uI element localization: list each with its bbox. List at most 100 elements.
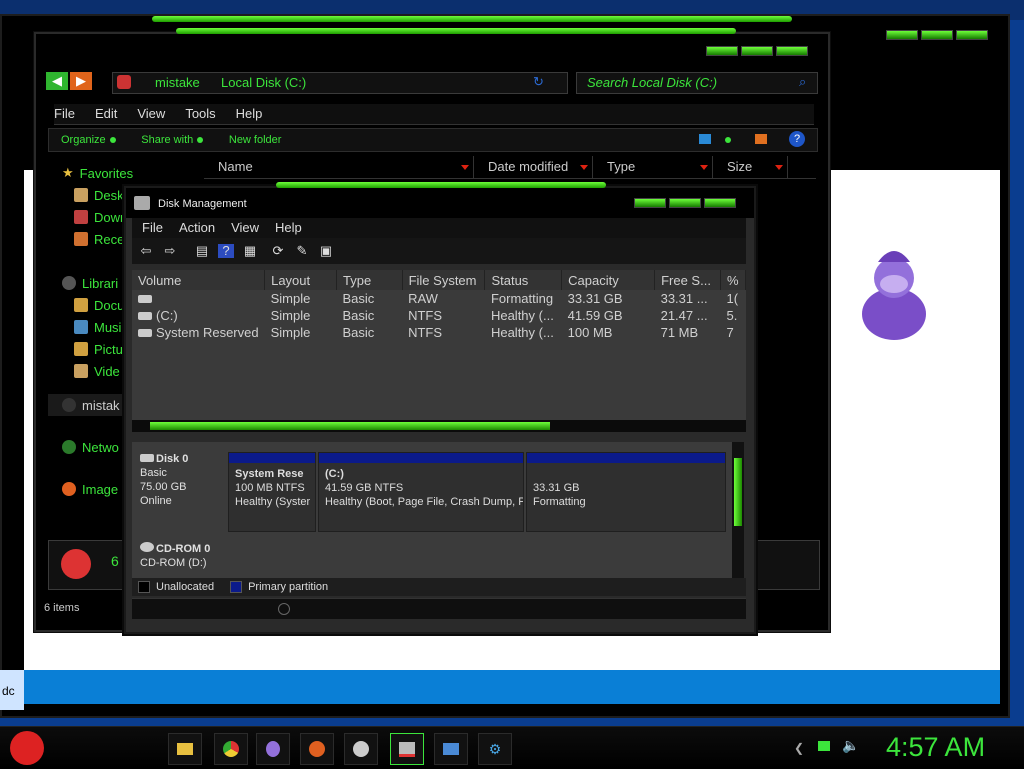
help-icon[interactable]: ? <box>789 131 805 147</box>
column-type[interactable]: Type <box>593 156 713 178</box>
volume-row[interactable]: Simple Basic RAW Formatting 33.31 GB 33.31 .… <box>132 290 746 307</box>
taskbar-window-icon[interactable] <box>434 733 468 765</box>
dm-menu-view[interactable]: View <box>231 218 259 238</box>
column-status[interactable]: Status <box>484 270 563 290</box>
partition-system-reserved[interactable]: System Rese 100 MB NTFS Healthy (Syster <box>228 452 316 532</box>
column-name[interactable]: Name <box>204 156 474 178</box>
new-folder-button[interactable]: New folder <box>229 129 282 151</box>
menu-help[interactable]: Help <box>236 104 263 124</box>
mouse-cursor-icon <box>278 603 290 615</box>
help-icon[interactable]: ? <box>218 244 234 258</box>
search-input[interactable]: Search Local Disk (C:) ⌕ <box>576 72 818 94</box>
drive-icon <box>138 329 152 337</box>
dm-menu-file[interactable]: File <box>142 218 163 238</box>
desktop-left-text: dc <box>2 684 15 698</box>
nav-buttons: ◀ ▶ <box>46 72 92 90</box>
dm-caption-buttons[interactable] <box>634 198 736 208</box>
taskbar-flash-icon[interactable] <box>300 733 334 765</box>
column-capacity[interactable]: Capacity <box>561 270 656 290</box>
disk-management-toolbar: ⇦ ⇨ ▤ ? ▦ ⟳ ✎ ▣ <box>132 238 746 264</box>
dm-menu-action[interactable]: Action <box>179 218 215 238</box>
disk-management-titlebar[interactable]: Disk Management <box>126 182 754 218</box>
column-free-space[interactable]: Free S... <box>654 270 721 290</box>
column-date-modified[interactable]: Date modified <box>474 156 593 178</box>
taskbar-settings-icon[interactable]: ⚙ <box>478 733 512 765</box>
show-pane-icon[interactable]: ▦ <box>242 244 258 258</box>
file-list-header: Name Date modified Type Size <box>204 156 816 179</box>
show-hidden-icons[interactable]: ❮ <box>794 741 804 755</box>
disk-management-window[interactable]: Disk Management File Action View Help ⇦ … <box>124 182 756 634</box>
nav-favorites[interactable]: ★ Favorites <box>62 162 198 184</box>
volume-row[interactable]: System Reserved Simple Basic NTFS Healthy … <box>132 324 746 341</box>
properties-icon[interactable]: ▣ <box>318 244 334 258</box>
vertical-scrollbar[interactable] <box>732 442 744 578</box>
taskbar: ⚙ ❮ 🔈 4:57 AM <box>0 726 1024 769</box>
disk0-label[interactable]: Disk 0 Basic 75.00 GB Online <box>132 452 222 508</box>
breadcrumb-item[interactable]: Local Disk (C:) <box>221 75 306 90</box>
console-tree-icon[interactable]: ▤ <box>194 244 210 258</box>
background-window-caption-buttons[interactable] <box>886 30 988 40</box>
partition-formatting[interactable]: 33.31 GB Formatting <box>526 452 726 532</box>
window-title: Disk Management <box>158 198 247 210</box>
search-placeholder: Search Local Disk (C:) <box>587 75 718 90</box>
column-percent-free[interactable]: % <box>720 270 746 290</box>
back-arrow-icon[interactable]: ◀ <box>46 72 68 90</box>
primary-partition-band <box>527 453 725 463</box>
taskbar-disk-management-icon[interactable] <box>390 733 424 765</box>
column-type[interactable]: Type <box>336 270 403 290</box>
pictures-icon <box>74 342 88 356</box>
menu-edit[interactable]: Edit <box>95 104 117 124</box>
back-icon[interactable]: ⇦ <box>138 244 154 258</box>
start-button[interactable] <box>10 731 44 765</box>
forward-arrow-icon[interactable]: ▶ <box>70 72 92 90</box>
sort-arrow-icon <box>700 165 708 170</box>
rescan-icon[interactable]: ✎ <box>294 244 310 258</box>
angry-bird-icon <box>61 549 91 579</box>
network-tray-icon[interactable] <box>818 741 830 751</box>
view-options-icon[interactable] <box>725 137 731 143</box>
breadcrumb-item[interactable]: mistake <box>155 75 200 90</box>
column-layout[interactable]: Layout <box>264 270 337 290</box>
scrollbar-thumb[interactable] <box>734 458 742 526</box>
column-file-system[interactable]: File System <box>402 270 486 290</box>
volume-list-header: Volume Layout Type File System Status Ca… <box>132 270 746 290</box>
primary-partition-band <box>319 453 523 463</box>
legend-unallocated: Unallocated <box>156 581 215 593</box>
command-bar: Organize Share with New folder ? <box>48 128 818 152</box>
clock[interactable]: 4:57 AM <box>886 732 985 763</box>
volume-tray-icon[interactable]: 🔈 <box>842 737 859 754</box>
partition-c[interactable]: (C:) 41.59 GB NTFS Healthy (Boot, Page Fil… <box>318 452 524 532</box>
menu-view[interactable]: View <box>137 104 165 124</box>
disk-management-icon <box>134 196 150 210</box>
disk-management-menubar: File Action View Help <box>132 218 746 238</box>
libraries-icon <box>62 276 76 290</box>
view-icon[interactable] <box>699 134 711 144</box>
explorer-caption-buttons[interactable] <box>706 46 808 56</box>
taskbar-media-icon[interactable] <box>344 733 378 765</box>
image-icon <box>62 482 76 496</box>
menu-tools[interactable]: Tools <box>185 104 215 124</box>
taskbar-chrome-icon[interactable] <box>214 733 248 765</box>
volume-row[interactable]: (C:) Simple Basic NTFS Healthy (... 41.59 G… <box>132 307 746 324</box>
taskbar-explorer-icon[interactable] <box>168 733 202 765</box>
column-size[interactable]: Size <box>713 156 788 178</box>
search-icon[interactable]: ⌕ <box>799 74 806 90</box>
dm-menu-help[interactable]: Help <box>275 218 302 238</box>
taskbar-mascot-icon[interactable] <box>256 733 290 765</box>
music-icon <box>74 320 88 334</box>
share-with-button[interactable]: Share with <box>141 129 204 151</box>
documents-icon <box>74 298 88 312</box>
videos-icon <box>74 364 88 378</box>
menu-file[interactable]: File <box>54 104 75 124</box>
horizontal-scrollbar[interactable] <box>132 420 746 432</box>
refresh-icon[interactable]: ↻ <box>533 74 544 90</box>
cdrom-label[interactable]: CD-ROM 0 CD-ROM (D:) <box>132 542 222 570</box>
preview-pane-icon[interactable] <box>755 134 767 144</box>
forward-icon[interactable]: ⇨ <box>162 244 178 258</box>
location-icon <box>117 75 131 89</box>
column-volume[interactable]: Volume <box>132 270 266 290</box>
organize-button[interactable]: Organize <box>61 129 116 151</box>
address-bar[interactable]: mistake Local Disk (C:) ↻ <box>112 72 568 94</box>
refresh-icon[interactable]: ⟳ <box>270 244 286 258</box>
scrollbar-thumb[interactable] <box>150 422 550 430</box>
